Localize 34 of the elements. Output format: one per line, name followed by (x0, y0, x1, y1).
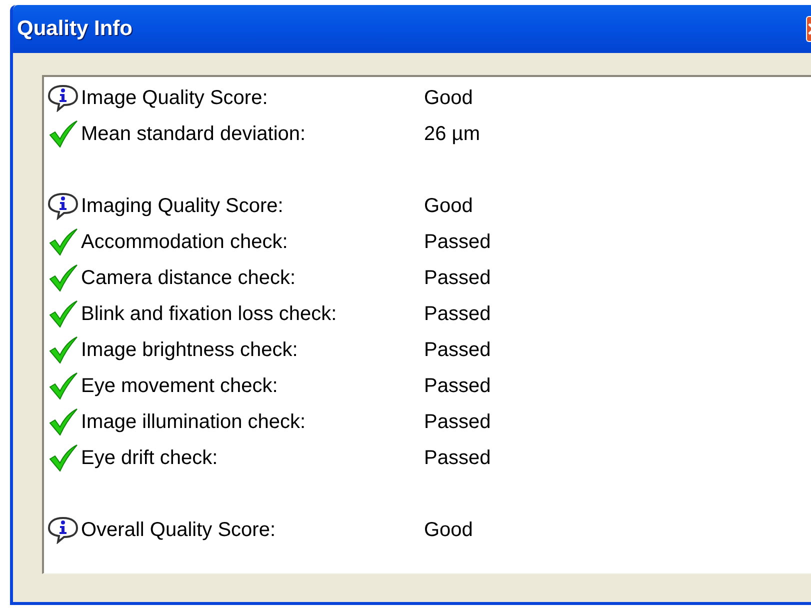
quality-value: Passed (424, 302, 491, 327)
quality-value: Good (424, 194, 473, 219)
quality-label: Image Quality Score: (81, 86, 269, 111)
quality-label: Image brightness check: (81, 338, 299, 363)
quality-value: Passed (424, 266, 491, 291)
quality-label: Eye drift check: (81, 446, 219, 471)
check-icon (47, 264, 79, 292)
quality-label: Imaging Quality Score: (81, 194, 284, 219)
quality-value: Passed (424, 446, 491, 471)
check-icon (47, 300, 79, 328)
window-title: Quality Info (17, 16, 132, 42)
quality-label: Camera distance check: (81, 266, 297, 291)
quality-value: Passed (424, 374, 491, 399)
check-icon (47, 444, 79, 472)
quality-label: Accommodation check: (81, 230, 289, 255)
quality-label: Mean standard deviation: (81, 122, 307, 147)
info-icon (47, 192, 79, 220)
info-icon (47, 84, 79, 112)
quality-label: Image illumination check: (81, 410, 307, 435)
quality-value: Passed (424, 410, 491, 435)
quality-label: Eye movement check: (81, 374, 279, 399)
check-icon (47, 372, 79, 400)
quality-value: Good (424, 518, 473, 543)
check-icon (47, 120, 79, 148)
quality-value: 26 µm (424, 122, 480, 147)
quality-value: Passed (424, 230, 491, 255)
check-icon (47, 336, 79, 364)
info-icon (47, 516, 79, 544)
check-icon (47, 228, 79, 256)
quality-label: Overall Quality Score: (81, 518, 277, 543)
quality-value: Passed (424, 338, 491, 363)
quality-value: Good (424, 86, 473, 111)
quality-label: Blink and fixation loss check: (81, 302, 338, 327)
check-icon (47, 408, 79, 436)
